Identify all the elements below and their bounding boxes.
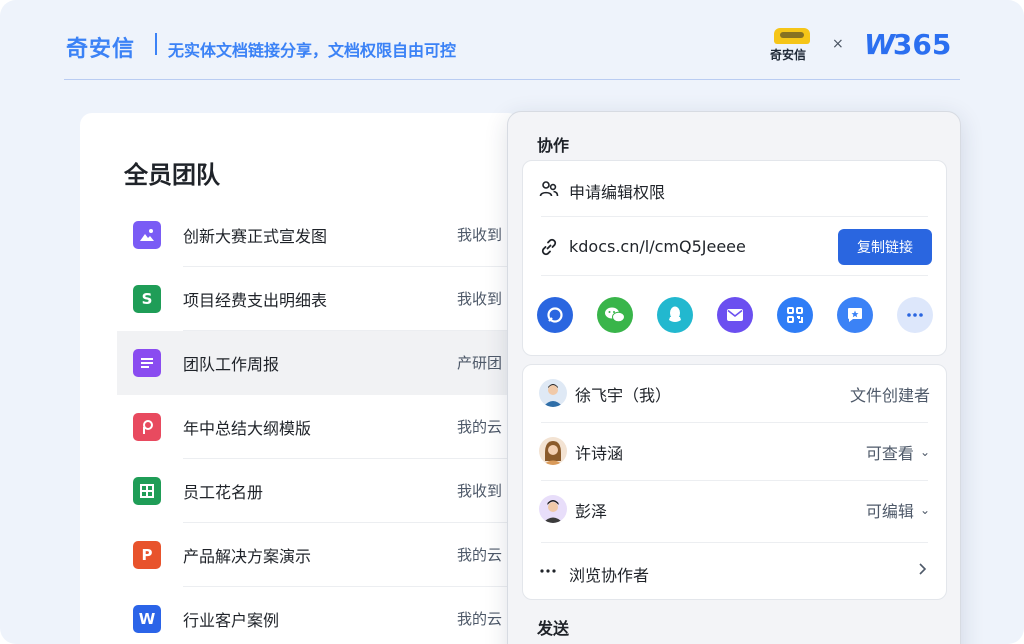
- avatar: [539, 379, 567, 407]
- times-sign: ×: [832, 36, 844, 52]
- email-icon[interactable]: [717, 297, 753, 333]
- avatar: [539, 437, 567, 465]
- member-role-label: 可编辑: [865, 502, 914, 521]
- member-name: 许诗涵: [575, 444, 624, 463]
- ellipsis-icon: [539, 561, 559, 581]
- member-role-label: 文件创建者: [849, 386, 930, 405]
- users-icon: [539, 179, 559, 199]
- wps365-logo: W365: [864, 28, 951, 61]
- copy-link-button[interactable]: 复制链接: [838, 229, 932, 265]
- header: 奇安信 无实体文档链接分享，文档权限自由可控 奇安信 × W365: [64, 0, 960, 80]
- im-share-icon[interactable]: [537, 297, 573, 333]
- chevron-right-icon: [918, 561, 928, 581]
- collaborators-card: 徐飞宇（我） 文件创建者 许诗涵 可查看 ⌄ 彭泽 可编辑 ⌄ 浏览协作者: [522, 364, 947, 600]
- word-icon: W: [133, 605, 161, 633]
- link-icon: [539, 237, 559, 257]
- brand-name: 奇安信: [66, 37, 136, 62]
- spreadsheet-icon: S: [133, 285, 161, 313]
- divider: [541, 216, 928, 217]
- mascot-icon: [774, 28, 810, 44]
- tagline: 无实体文档链接分享，文档权限自由可控: [168, 41, 457, 60]
- file-row[interactable]: W 行业客户案例 我的云: [117, 587, 537, 644]
- file-source: 产研团: [457, 354, 503, 372]
- favorite-icon[interactable]: [837, 297, 873, 333]
- file-name: 创新大赛正式宣发图: [183, 227, 328, 246]
- member-row[interactable]: 彭泽 可编辑 ⌄: [523, 481, 946, 539]
- qq-icon[interactable]: [657, 297, 693, 333]
- file-name: 团队工作周报: [183, 355, 280, 374]
- app-frame: 奇安信 无实体文档链接分享，文档权限自由可控 奇安信 × W365 全员团队 创…: [0, 0, 1024, 644]
- chevron-down-icon: ⌄: [919, 503, 930, 517]
- permission-dropdown[interactable]: 可编辑 ⌄: [866, 498, 930, 522]
- file-row[interactable]: S 项目经费支出明细表 我收到: [117, 267, 537, 331]
- file-source: 我收到: [457, 226, 503, 244]
- wps-logo-number: 365: [892, 28, 952, 61]
- request-edit-permission[interactable]: 申请编辑权限: [569, 179, 665, 203]
- member-name: 徐飞宇（我）: [575, 386, 672, 405]
- member-row[interactable]: 徐飞宇（我） 文件创建者: [523, 365, 946, 423]
- divider: [541, 275, 928, 276]
- presentation-icon: P: [133, 541, 161, 569]
- file-source: 我的云: [457, 418, 503, 436]
- file-source: 我收到: [457, 482, 503, 500]
- file-name: 项目经费支出明细表: [183, 291, 328, 310]
- link-share-card: 申请编辑权限 kdocs.cn/l/cmQ5Jeeee 复制链接: [522, 160, 947, 356]
- file-row[interactable]: 员工花名册 我收到: [117, 459, 537, 523]
- file-name: 年中总结大纲模版: [183, 419, 312, 438]
- document-icon: [133, 349, 161, 377]
- file-row[interactable]: 年中总结大纲模版 我的云: [117, 395, 537, 459]
- file-source: 我收到: [457, 290, 503, 308]
- partner-logo: 奇安信: [770, 28, 812, 64]
- qrcode-icon[interactable]: [777, 297, 813, 333]
- member-role: 文件创建者: [850, 382, 930, 406]
- member-row[interactable]: 许诗涵 可查看 ⌄: [523, 423, 946, 481]
- file-source: 我的云: [457, 610, 503, 628]
- browse-collaborators-row[interactable]: 浏览协作者: [523, 543, 946, 601]
- file-row[interactable]: 创新大赛正式宣发图 我收到: [117, 203, 537, 267]
- form-icon: [133, 477, 161, 505]
- team-title: 全员团队: [124, 161, 220, 189]
- pdf-icon: [133, 413, 161, 441]
- wechat-icon[interactable]: [597, 297, 633, 333]
- file-name: 产品解决方案演示: [183, 547, 312, 566]
- file-source: 我的云: [457, 546, 503, 564]
- chevron-down-icon: ⌄: [919, 445, 930, 459]
- wps-logo-w: W: [864, 28, 895, 61]
- collab-section-title: 协作: [537, 136, 570, 155]
- member-name: 彭泽: [575, 502, 608, 521]
- brand-separator: [155, 33, 157, 55]
- avatar: [539, 495, 567, 523]
- file-name: 员工花名册: [183, 483, 264, 502]
- member-role-label: 可查看: [865, 444, 914, 463]
- share-panel: 协作 申请编辑权限 kdocs.cn/l/cmQ5Jeeee 复制链接 徐飞宇（…: [507, 111, 961, 644]
- file-row[interactable]: P 产品解决方案演示 我的云: [117, 523, 537, 587]
- send-section-title: 发送: [537, 619, 570, 638]
- permission-dropdown[interactable]: 可查看 ⌄: [866, 440, 930, 464]
- file-row-selected[interactable]: 团队工作周报 产研团: [117, 331, 537, 395]
- browse-collaborators-label: 浏览协作者: [569, 566, 650, 585]
- image-file-icon: [133, 221, 161, 249]
- more-icon[interactable]: [897, 297, 933, 333]
- team-file-panel: 全员团队 创新大赛正式宣发图 我收到 S 项目经费支出明细表 我收到 团队工作周…: [80, 113, 537, 644]
- partner-logo-text: 奇安信: [770, 48, 807, 62]
- share-link-text[interactable]: kdocs.cn/l/cmQ5Jeeee: [569, 237, 746, 256]
- file-name: 行业客户案例: [183, 611, 280, 630]
